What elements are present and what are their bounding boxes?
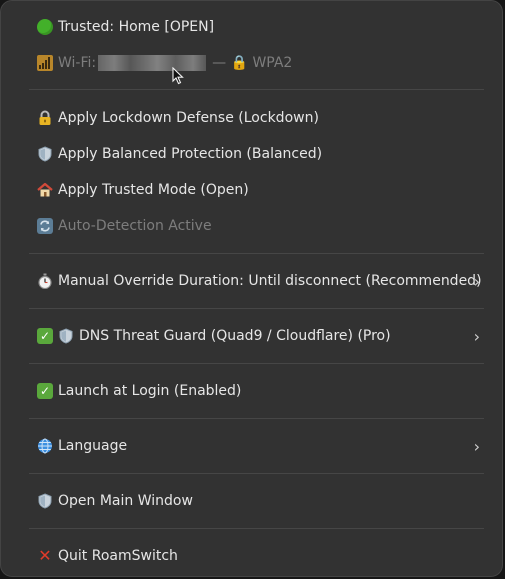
cross-icon: ✕ [38,546,52,565]
status-wifi: Wi-Fi: — 🔒 WPA2 [37,50,488,76]
chevron-right-icon: › [473,326,480,346]
stopwatch-icon [37,273,53,289]
menu-item-lockdown[interactable]: Apply Lockdown Defense (Lockdown) [37,105,488,131]
mouse-pointer-icon [172,67,184,85]
override-duration-label: Manual Override Duration: Until disconne… [58,273,482,289]
menu-item-open-main-window[interactable]: Open Main Window [37,488,488,514]
lock-icon [37,110,53,126]
open-main-window-label: Open Main Window [58,493,193,509]
chevron-right-icon: › [473,271,480,291]
separator [29,253,484,254]
status-trusted: Trusted: Home [OPEN] [37,14,488,40]
menu-item-language[interactable]: Language › [37,433,488,459]
menu-item-trusted[interactable]: Apply Trusted Mode (Open) [37,177,488,203]
menu-item-balanced[interactable]: Apply Balanced Protection (Balanced) [37,141,488,167]
shield-icon [58,328,74,344]
green-circle-icon [37,19,53,35]
wifi-label: Wi-Fi: [58,55,97,71]
language-label: Language [58,438,128,454]
quit-label: Quit RoamSwitch [58,548,178,564]
separator [29,528,484,529]
menu-item-auto-detection: Auto-Detection Active [37,213,488,239]
house-icon [37,182,53,198]
separator [29,473,484,474]
shield-icon [37,493,53,509]
status-trusted-label: Trusted: Home [OPEN] [58,19,215,35]
redacted-ssid [98,55,207,71]
signal-bars-icon [37,55,53,71]
wifi-security: — 🔒 WPA2 [212,55,293,71]
separator [29,363,484,364]
menu-item-launch-at-login[interactable]: ✓ Launch at Login (Enabled) [37,378,488,404]
balanced-label: Apply Balanced Protection (Balanced) [58,146,323,162]
refresh-icon [37,218,53,234]
trusted-label: Apply Trusted Mode (Open) [58,182,249,198]
menu-item-quit[interactable]: ✕ Quit RoamSwitch [37,543,488,569]
check-icon: ✓ [37,328,53,344]
globe-icon [37,438,53,454]
dns-threat-guard-label: DNS Threat Guard (Quad9 / Cloudflare) (P… [79,328,391,344]
tray-context-menu: Trusted: Home [OPEN] Wi-Fi: — 🔒 WPA2 App… [0,0,503,577]
separator [29,89,484,90]
menu-item-override-duration[interactable]: Manual Override Duration: Until disconne… [37,268,488,294]
shield-icon [37,146,53,162]
lockdown-label: Apply Lockdown Defense (Lockdown) [58,110,319,126]
check-icon: ✓ [37,383,53,399]
separator [29,308,484,309]
menu-item-dns-threat-guard[interactable]: ✓ DNS Threat Guard (Quad9 / Cloudflare) … [37,323,488,349]
separator [29,418,484,419]
launch-at-login-label: Launch at Login (Enabled) [58,383,242,399]
auto-detection-label: Auto-Detection Active [58,218,212,234]
chevron-right-icon: › [473,436,480,456]
